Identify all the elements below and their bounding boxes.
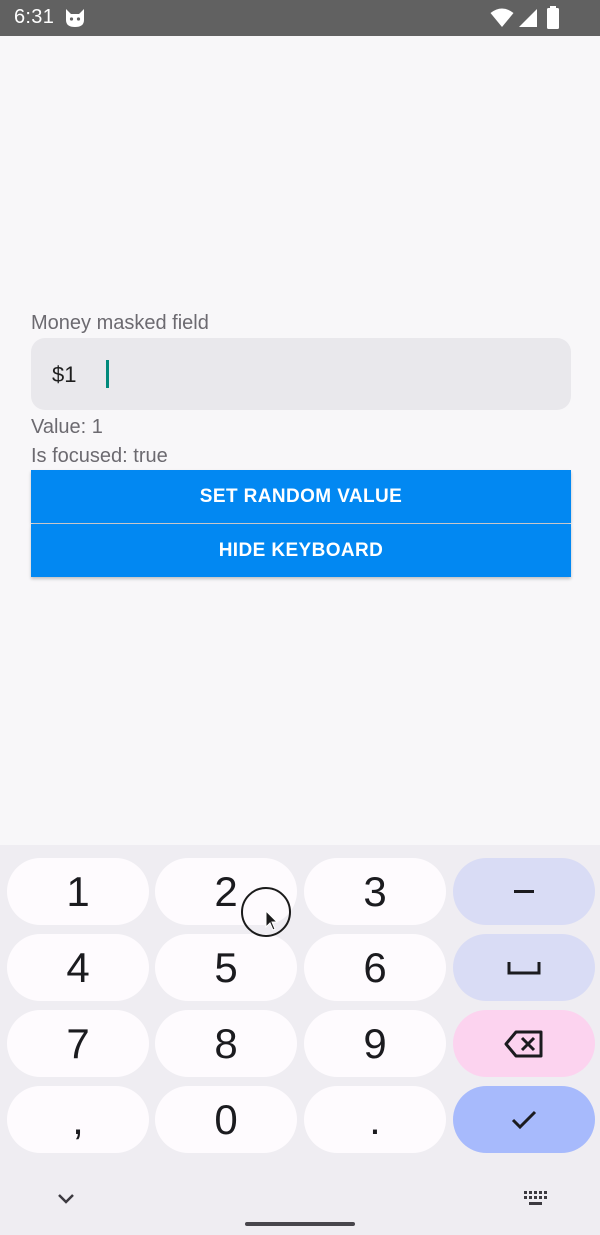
money-input[interactable]: $1 — [31, 338, 571, 410]
value-text: Value: 1 — [31, 416, 103, 438]
keyboard-icon[interactable] — [523, 1190, 549, 1208]
key-8[interactable]: 8 — [155, 1010, 297, 1077]
key-comma[interactable]: , — [7, 1086, 149, 1153]
hide-keyboard-button[interactable]: HIDE KEYBOARD — [31, 524, 571, 577]
field-label: Money masked field — [31, 312, 209, 334]
status-time: 6:31 — [14, 6, 55, 28]
key-space[interactable] — [453, 934, 595, 1001]
key-1[interactable]: 1 — [7, 858, 149, 925]
key-backspace[interactable] — [453, 1010, 595, 1077]
key-0[interactable]: 0 — [155, 1086, 297, 1153]
key-3[interactable]: 3 — [304, 858, 446, 925]
key-done[interactable] — [453, 1086, 595, 1153]
money-input-value: $1 — [52, 362, 77, 387]
status-bar: 6:31 — [0, 0, 600, 36]
numeric-keyboard: 1 2 3 4 5 6 7 8 9 , 0 . — [0, 845, 600, 1235]
mouse-pointer-icon — [265, 910, 279, 931]
minus-icon — [514, 889, 534, 893]
key-5[interactable]: 5 — [155, 934, 297, 1001]
checkmark-icon — [511, 1110, 537, 1129]
backspace-icon — [504, 1030, 543, 1057]
cat-icon — [66, 9, 84, 27]
home-indicator[interactable] — [245, 1222, 355, 1226]
signal-icon — [519, 9, 537, 27]
key-minus[interactable] — [453, 858, 595, 925]
battery-icon — [547, 6, 559, 29]
focused-text: Is focused: true — [31, 445, 168, 467]
chevron-down-icon[interactable] — [57, 1193, 75, 1205]
set-random-value-button[interactable]: SET RANDOM VALUE — [31, 470, 571, 523]
space-icon — [507, 961, 541, 974]
wifi-icon — [490, 8, 514, 27]
key-7[interactable]: 7 — [7, 1010, 149, 1077]
key-4[interactable]: 4 — [7, 934, 149, 1001]
key-6[interactable]: 6 — [304, 934, 446, 1001]
key-9[interactable]: 9 — [304, 1010, 446, 1077]
key-period[interactable]: . — [304, 1086, 446, 1153]
text-caret — [106, 360, 109, 388]
